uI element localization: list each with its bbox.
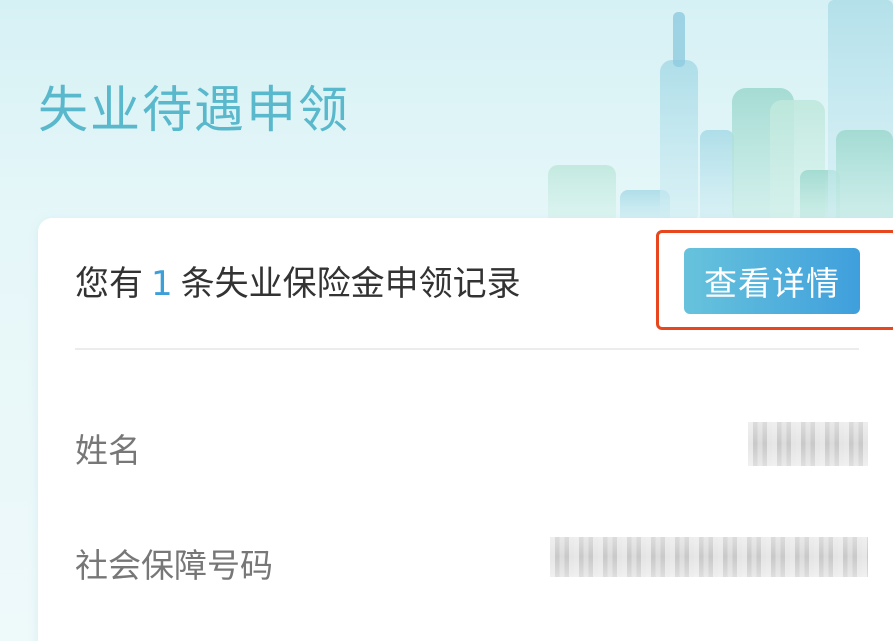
name-value-redacted <box>748 422 868 466</box>
record-prefix: 您有 <box>75 264 143 304</box>
social-security-label: 社会保障号码 <box>75 546 273 585</box>
name-label: 姓名 <box>75 431 141 470</box>
view-details-button[interactable]: 查看详情 <box>684 248 860 314</box>
application-card: 您有 1 条失业保险金申领记录 查看详情 姓名 社会保障号码 <box>38 218 893 641</box>
record-count: 1 <box>151 264 173 304</box>
name-row: 姓名 <box>38 418 893 478</box>
social-security-row: 社会保障号码 <box>38 533 893 593</box>
record-summary-text: 您有 1 条失业保险金申领记录 <box>75 256 521 305</box>
social-security-value-redacted <box>550 537 868 577</box>
record-summary-row: 您有 1 条失业保险金申领记录 查看详情 <box>38 218 893 350</box>
page-title: 失业待遇申领 <box>38 81 350 139</box>
divider <box>75 348 859 350</box>
record-suffix: 条失业保险金申领记录 <box>180 264 521 304</box>
page-header: 失业待遇申领 <box>0 0 893 240</box>
